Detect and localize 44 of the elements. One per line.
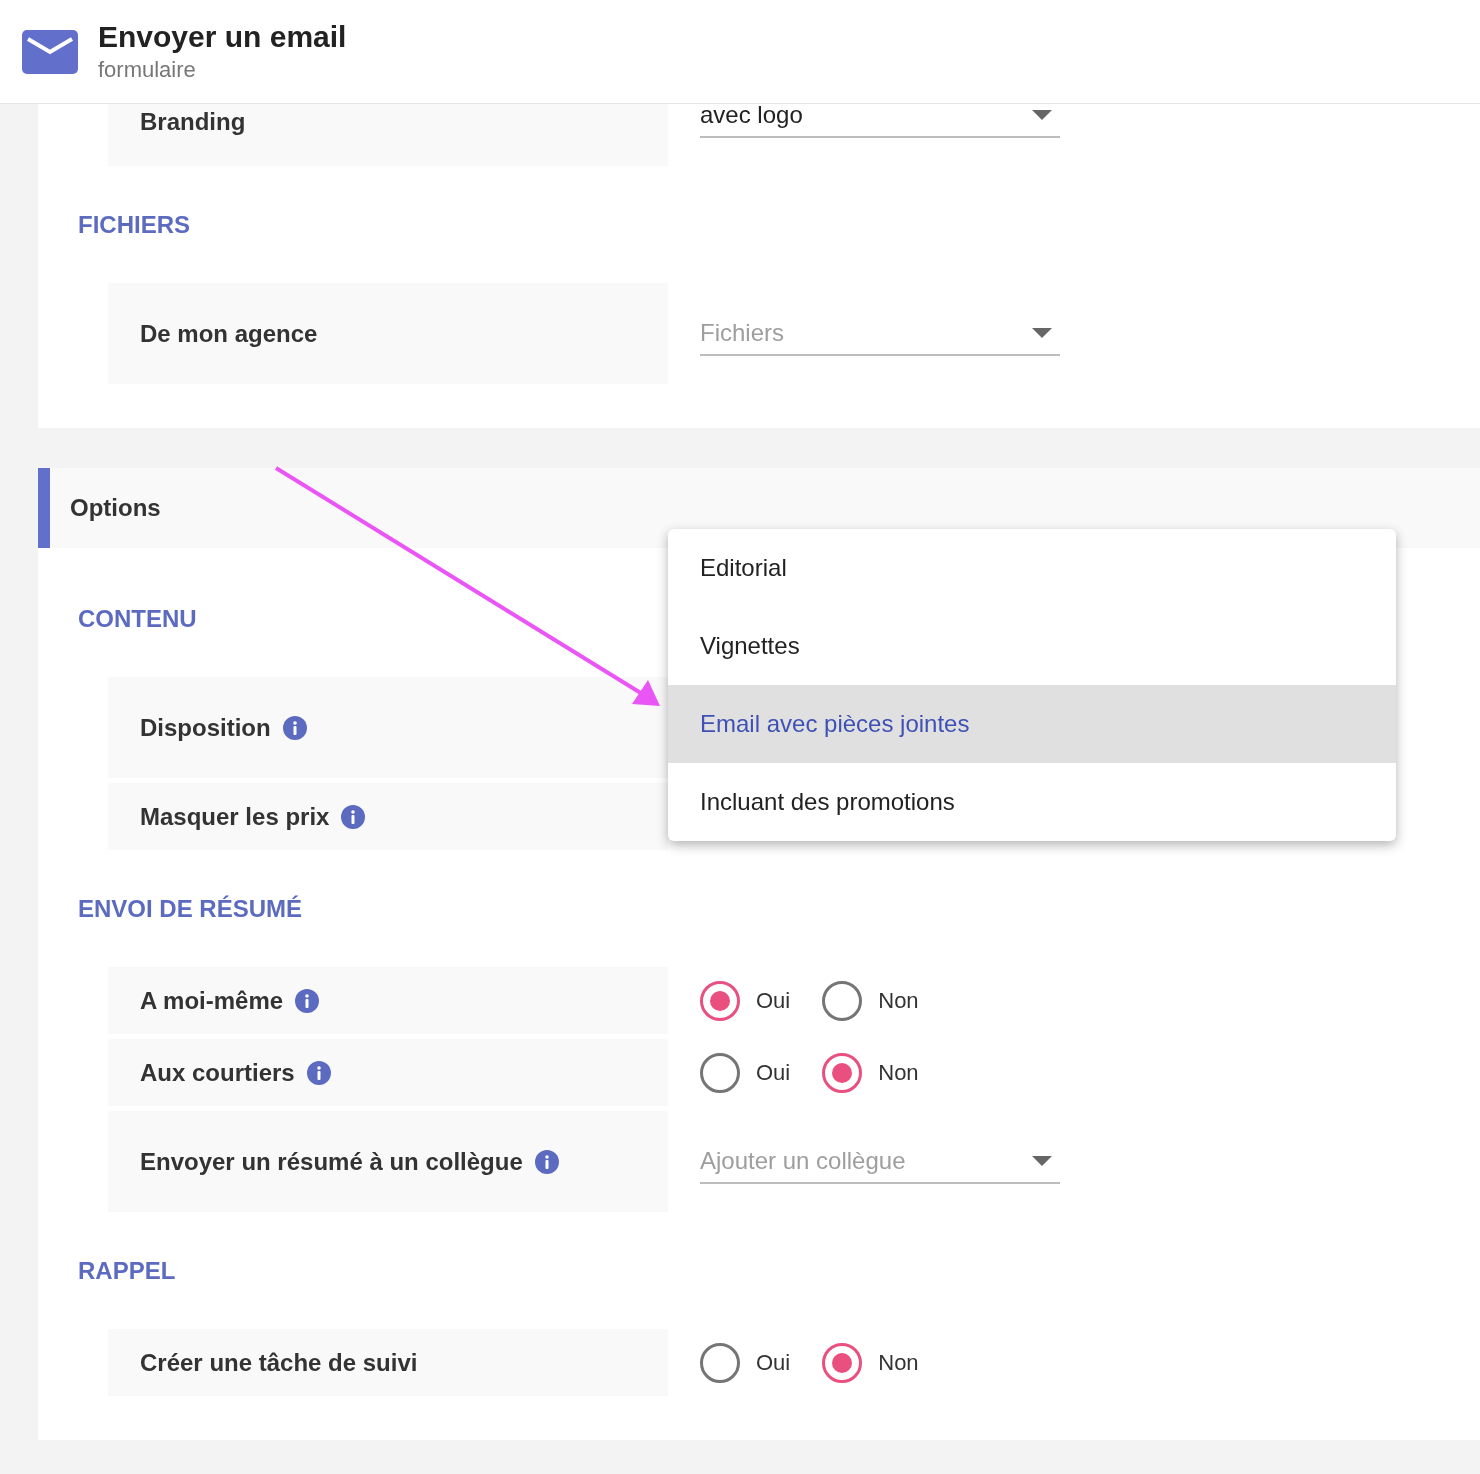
radio-button[interactable] [700, 1052, 740, 1093]
select-placeholder: Fichiers [700, 317, 784, 348]
radio-label: Non [878, 1059, 919, 1087]
dropdown-item[interactable]: Email avec pièces jointes [668, 685, 1396, 763]
radio-button[interactable] [822, 980, 863, 1021]
radio-label: Oui [756, 987, 791, 1015]
radio-button[interactable] [700, 1342, 740, 1383]
info-icon[interactable] [295, 988, 320, 1013]
dropdown-item[interactable]: Vignettes [668, 607, 1396, 685]
dropdown-item[interactable]: Editorial [668, 529, 1396, 607]
field-label: Disposition [140, 712, 271, 743]
radio-label: Oui [756, 1059, 791, 1087]
radio-button[interactable] [822, 1342, 863, 1383]
radio-label: Non [878, 987, 919, 1015]
field-label: De mon agence [140, 318, 318, 349]
section-heading: RAPPEL [78, 1255, 176, 1286]
caret-icon [1032, 1155, 1052, 1166]
radio-button[interactable] [822, 1052, 863, 1093]
info-icon[interactable] [306, 1060, 331, 1085]
info-icon[interactable] [341, 804, 366, 829]
options-title: Options [70, 493, 161, 523]
field-label: Masquer les prix [140, 801, 330, 832]
section-heading: ENVOI DE RÉSUMÉ [78, 893, 303, 924]
radio-label: Oui [756, 1349, 791, 1377]
field-label: A moi-même [140, 985, 284, 1016]
section-heading: FICHIERS [78, 209, 190, 240]
radio-button[interactable] [700, 980, 740, 1021]
select-field[interactable]: avec logo [700, 94, 1060, 138]
caret-icon [1032, 327, 1052, 338]
caret-icon [1032, 110, 1052, 120]
page-subtitle: formulaire [98, 55, 197, 84]
section-heading: CONTENU [78, 603, 197, 634]
page-title: Envoyer un email [98, 18, 347, 55]
field-label: Branding [140, 108, 246, 135]
field-label: Aux courtiers [140, 1057, 295, 1088]
dropdown-item[interactable]: Incluant des promotions [668, 763, 1396, 841]
field-label: Envoyer un résumé à un collègue [140, 1146, 523, 1177]
select-placeholder: Ajouter un collègue [700, 1145, 906, 1176]
info-icon[interactable] [534, 1149, 559, 1174]
info-icon[interactable] [282, 715, 307, 740]
field-label: Créer une tâche de suivi [140, 1347, 418, 1378]
select-value: avec logo [700, 100, 803, 130]
envelope-icon [22, 29, 78, 74]
radio-label: Non [878, 1349, 919, 1377]
